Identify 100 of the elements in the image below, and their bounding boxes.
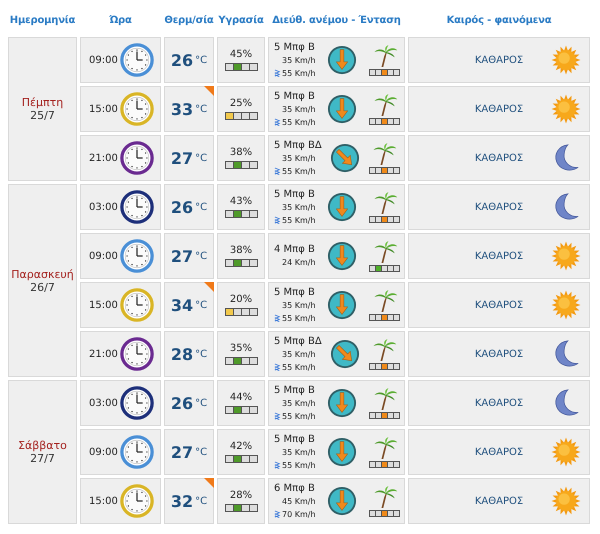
clock-icon bbox=[120, 288, 154, 322]
humidity-value: 20% bbox=[230, 294, 252, 305]
wind-force: 5 Μπφ Β bbox=[274, 432, 315, 446]
weather-description: ΚΑΘΑΡΟΣ bbox=[474, 446, 524, 458]
temperature-value: 26 bbox=[170, 198, 194, 216]
weather-description: ΚΑΘΑΡΟΣ bbox=[474, 152, 524, 164]
column-header: Διεύθ. ανέμου - Ένταση bbox=[271, 15, 402, 26]
wind-speed: 35 Km/h bbox=[281, 348, 316, 360]
wind-intensity-meter bbox=[369, 510, 400, 516]
gust-icon bbox=[274, 118, 281, 126]
wind-intensity-meter bbox=[369, 460, 400, 468]
temperature-value: 26 bbox=[170, 50, 194, 70]
wind-force: 5 Μπφ Β bbox=[274, 90, 315, 102]
time-label: 15:00 bbox=[89, 496, 118, 506]
temperature-value: 34 bbox=[170, 296, 194, 314]
humidity-meter bbox=[224, 161, 258, 169]
clock-icon bbox=[120, 43, 154, 77]
wind-speed: 45 Km/h bbox=[281, 496, 316, 508]
wind-intensity-meter bbox=[369, 68, 400, 76]
temperature-unit: °C bbox=[195, 348, 208, 360]
clock-icon bbox=[120, 190, 154, 224]
weather-description: ΚΑΘΑΡΟΣ bbox=[474, 348, 524, 360]
humidity-value: 38% bbox=[230, 245, 252, 256]
gust-speed: 55 Km/h bbox=[281, 214, 316, 226]
weather-description: ΚΑΘΑΡΟΣ bbox=[474, 250, 524, 262]
clock-icon bbox=[120, 141, 154, 175]
temperature-unit: °C bbox=[195, 398, 208, 408]
humidity-meter bbox=[224, 455, 258, 463]
gust-speed: 55 Km/h bbox=[281, 116, 316, 128]
gust-speed: 55 Km/h bbox=[281, 460, 316, 472]
temperature-value: 27 bbox=[170, 442, 194, 462]
gust-speed: 55 Km/h bbox=[281, 166, 316, 178]
humidity-value: 35% bbox=[230, 343, 252, 354]
wind-speed: 35 Km/h bbox=[281, 300, 316, 312]
gust-icon bbox=[274, 510, 281, 518]
time-label: 09:00 bbox=[89, 250, 118, 262]
wind-intensity-meter bbox=[369, 412, 400, 418]
temperature-value: 26 bbox=[170, 394, 194, 412]
day-name: Πέμπτη bbox=[22, 96, 64, 109]
humidity-meter bbox=[224, 259, 258, 267]
wind-force: 5 Μπφ ΒΔ bbox=[274, 334, 322, 348]
temperature-value: 27 bbox=[170, 148, 194, 168]
date-label: 25/7 bbox=[30, 109, 55, 122]
column-header: Υγρασία bbox=[217, 15, 265, 26]
wind-force: 5 Μπφ Β bbox=[274, 188, 315, 200]
gust-icon bbox=[274, 314, 281, 322]
humidity-value: 42% bbox=[230, 441, 252, 452]
gust-speed: 55 Km/h bbox=[281, 362, 316, 374]
temperature-unit: °C bbox=[195, 446, 208, 458]
wind-intensity-meter bbox=[369, 264, 400, 272]
weather-description: ΚΑΘΑΡΟΣ bbox=[474, 202, 524, 212]
column-header: Ώρα bbox=[108, 15, 133, 26]
gust-icon bbox=[274, 412, 281, 420]
temperature-unit: °C bbox=[195, 300, 208, 310]
temperature-unit: °C bbox=[195, 104, 208, 114]
day-name: Παρασκευή bbox=[11, 268, 74, 280]
wind-force: 6 Μπφ Β bbox=[274, 482, 315, 494]
weather-description: ΚΑΘΑΡΟΣ bbox=[474, 398, 524, 408]
temperature-value: 28 bbox=[170, 344, 194, 364]
clock-icon bbox=[120, 435, 154, 469]
wind-speed: 35 Km/h bbox=[281, 398, 316, 410]
column-header: Ημερομηνία bbox=[8, 15, 76, 26]
wind-speed: 35 Km/h bbox=[281, 104, 316, 116]
wind-speed: 35 Km/h bbox=[281, 202, 316, 214]
gust-speed: 70 Km/h bbox=[281, 508, 316, 520]
humidity-meter bbox=[224, 406, 258, 414]
time-label: 15:00 bbox=[89, 300, 118, 310]
wind-speed: 35 Km/h bbox=[281, 446, 316, 458]
gust-speed: 55 Km/h bbox=[281, 68, 316, 80]
hot-flag-icon bbox=[204, 282, 214, 292]
gust-speed: 55 Km/h bbox=[281, 410, 316, 422]
weather-description: ΚΑΘΑΡΟΣ bbox=[474, 104, 524, 114]
humidity-meter bbox=[224, 357, 258, 365]
time-label: 03:00 bbox=[89, 202, 118, 212]
wind-intensity-meter bbox=[368, 362, 400, 370]
time-label: 09:00 bbox=[89, 446, 118, 458]
day-name: Σάββατο bbox=[18, 439, 67, 452]
wind-force: 5 Μπφ Β bbox=[274, 286, 315, 298]
weather-description: ΚΑΘΑΡΟΣ bbox=[474, 54, 524, 66]
humidity-meter bbox=[224, 63, 258, 71]
temperature-value: 27 bbox=[170, 246, 194, 266]
hot-flag-icon bbox=[204, 478, 214, 488]
temperature-unit: °C bbox=[195, 152, 208, 164]
time-label: 03:00 bbox=[89, 398, 118, 408]
date-label: 27/7 bbox=[30, 452, 55, 465]
temperature-unit: °C bbox=[195, 202, 208, 212]
humidity-meter bbox=[224, 504, 258, 512]
weather-description: ΚΑΘΑΡΟΣ bbox=[474, 300, 524, 310]
clock-icon bbox=[120, 92, 154, 126]
wind-speed: 35 Km/h bbox=[281, 54, 316, 66]
wind-intensity-meter bbox=[369, 216, 400, 222]
wind-speed: 35 Km/h bbox=[281, 152, 316, 164]
temperature-unit: °C bbox=[195, 496, 208, 506]
time-label: 09:00 bbox=[89, 54, 118, 66]
gust-speed: 55 Km/h bbox=[281, 312, 316, 324]
humidity-value: 45% bbox=[230, 49, 252, 60]
wind-speed: 24 Km/h bbox=[281, 257, 316, 269]
gust-icon bbox=[274, 460, 281, 470]
humidity-value: 28% bbox=[230, 490, 252, 501]
humidity-meter bbox=[224, 210, 258, 218]
